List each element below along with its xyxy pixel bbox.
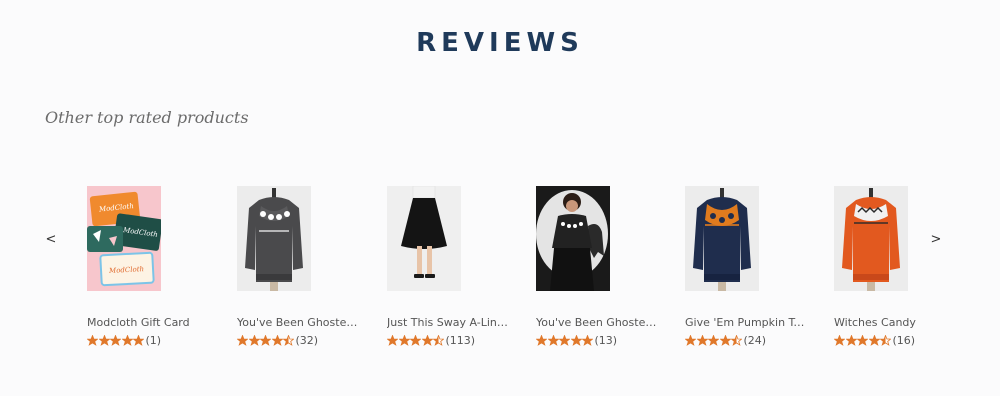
product-image[interactable] xyxy=(237,186,311,291)
star-rating xyxy=(387,334,445,346)
rating-row: (13) xyxy=(536,332,684,348)
product-image[interactable] xyxy=(387,186,461,291)
star-filled-icon xyxy=(708,334,719,346)
rating-row: (24) xyxy=(685,332,833,348)
product-card[interactable]: You've Been Ghosted F... (32) xyxy=(237,186,385,348)
star-half-icon xyxy=(731,334,742,346)
review-count: (32) xyxy=(295,333,319,347)
product-name[interactable]: You've Been Ghosted F... xyxy=(237,316,362,329)
star-filled-icon xyxy=(110,334,121,346)
star-filled-icon xyxy=(237,334,248,346)
star-filled-icon xyxy=(260,334,271,346)
star-filled-icon xyxy=(696,334,708,346)
review-count: (13) xyxy=(594,333,618,347)
product-name[interactable]: Just This Sway A-Line Skirt xyxy=(387,316,512,329)
star-filled-icon xyxy=(387,334,398,346)
star-filled-icon xyxy=(857,334,868,346)
rating-row: (32) xyxy=(237,332,385,348)
star-filled-icon xyxy=(719,334,731,346)
star-half-icon xyxy=(880,334,891,346)
star-rating xyxy=(87,334,145,346)
star-filled-icon xyxy=(845,334,857,346)
star-filled-icon xyxy=(421,334,433,346)
review-count: (24) xyxy=(743,333,767,347)
star-filled-icon xyxy=(685,334,696,346)
star-filled-icon xyxy=(271,334,283,346)
chevron-left-icon: < xyxy=(45,231,57,247)
star-filled-icon xyxy=(248,334,260,346)
review-count: (1) xyxy=(145,333,162,347)
product-image[interactable] xyxy=(685,186,759,291)
carousel-prev-button[interactable]: < xyxy=(44,230,58,248)
product-card[interactable]: ModCloth ModCloth ModCloth Modcloth Gift… xyxy=(87,186,235,348)
review-count: (113) xyxy=(445,333,476,347)
product-card[interactable]: Give 'Em Pumpkin To Ta... (24) xyxy=(685,186,833,348)
star-filled-icon xyxy=(121,334,133,346)
star-rating xyxy=(237,334,295,346)
star-filled-icon xyxy=(133,334,144,346)
reviews-title: REVIEWS xyxy=(416,28,584,58)
product-card[interactable]: You've Been Ghosted F... (13) xyxy=(536,186,684,348)
product-card[interactable]: Witches Candy (16) xyxy=(834,186,982,348)
star-half-icon xyxy=(433,334,444,346)
product-carousel: ModCloth ModCloth ModCloth Modcloth Gift… xyxy=(87,186,927,356)
star-filled-icon xyxy=(559,334,570,346)
star-filled-icon xyxy=(398,334,410,346)
product-name[interactable]: Modcloth Gift Card xyxy=(87,316,212,329)
product-name[interactable]: Witches Candy xyxy=(834,316,959,329)
product-image[interactable]: ModCloth ModCloth ModCloth xyxy=(87,186,161,291)
star-filled-icon xyxy=(536,334,547,346)
reviews-section: REVIEWS Other top rated products < > Mod… xyxy=(0,0,1000,396)
product-card[interactable]: Just This Sway A-Line Skirt (113) xyxy=(387,186,535,348)
rating-row: (113) xyxy=(387,332,535,348)
star-rating xyxy=(536,334,594,346)
product-image[interactable] xyxy=(536,186,610,291)
review-count: (16) xyxy=(892,333,916,347)
star-rating xyxy=(834,334,892,346)
product-name[interactable]: Give 'Em Pumpkin To Ta... xyxy=(685,316,810,329)
star-filled-icon xyxy=(582,334,593,346)
star-filled-icon xyxy=(410,334,421,346)
star-rating xyxy=(685,334,743,346)
star-filled-icon xyxy=(868,334,880,346)
star-filled-icon xyxy=(834,334,845,346)
rating-row: (16) xyxy=(834,332,982,348)
star-filled-icon xyxy=(570,334,582,346)
star-filled-icon xyxy=(547,334,559,346)
rating-row: (1) xyxy=(87,332,235,348)
star-half-icon xyxy=(283,334,294,346)
product-image[interactable] xyxy=(834,186,908,291)
product-name[interactable]: You've Been Ghosted F... xyxy=(536,316,661,329)
star-filled-icon xyxy=(87,334,98,346)
section-subtitle: Other top rated products xyxy=(45,108,249,127)
star-filled-icon xyxy=(98,334,110,346)
